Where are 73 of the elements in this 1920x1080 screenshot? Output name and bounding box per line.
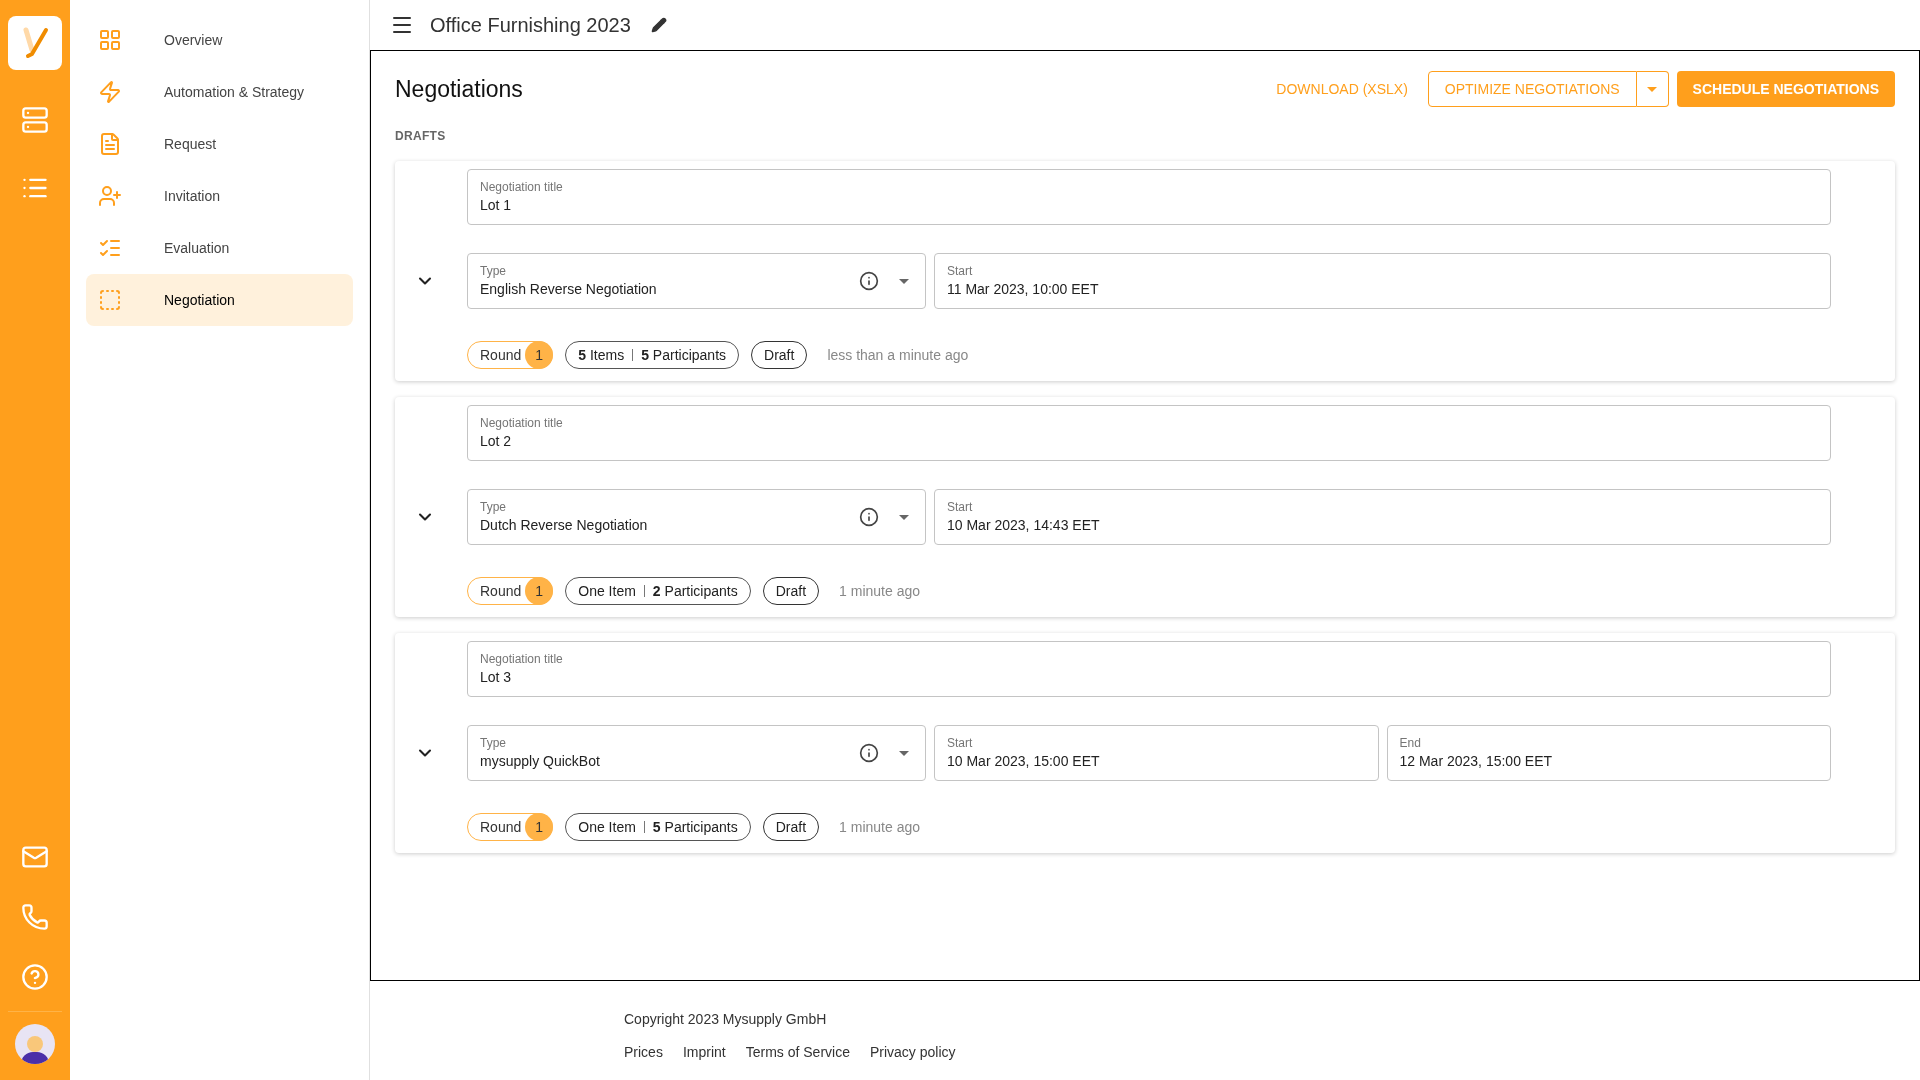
participants-count: 5 Participants [641, 345, 727, 365]
field-label: Negotiation title [480, 179, 564, 195]
field-label: Type [480, 735, 507, 751]
nav-icon [98, 288, 122, 312]
input-field[interactable]: Negotiation title Lot 2 [467, 405, 1831, 461]
nav-item[interactable]: Evaluation [86, 222, 353, 274]
field-label: Negotiation title [480, 415, 564, 431]
round-label: Round [480, 817, 522, 837]
participants-count: 2 Participants [652, 581, 738, 601]
timestamp: 1 minute ago [839, 817, 920, 837]
nav-icon [98, 132, 122, 156]
round-count: 1 [525, 341, 554, 369]
round-label: Round [480, 581, 522, 601]
footer-link[interactable]: Prices [624, 1042, 663, 1063]
field-label: Negotiation title [480, 651, 564, 667]
nav-icon [98, 80, 122, 104]
input-field[interactable]: Type English Reverse Negotiation [467, 253, 926, 309]
timestamp: less than a minute ago [827, 345, 969, 365]
field-value: mysupply QuickBot [480, 752, 601, 771]
input-field[interactable]: Start 11 Mar 2023, 10:00 EET [934, 253, 1831, 309]
field-value: Lot 3 [480, 668, 513, 687]
field-value: Lot 2 [480, 432, 513, 451]
field-value: 10 Mar 2023, 15:00 EET [947, 752, 1101, 771]
input-field[interactable]: Type mysupply QuickBot [467, 725, 926, 781]
field-value: 12 Mar 2023, 15:00 EET [1399, 752, 1554, 771]
input-field[interactable]: Negotiation title Lot 1 [467, 169, 1831, 225]
caret-icon [899, 514, 909, 520]
field-label: Start [947, 735, 974, 751]
field-value: English Reverse Negotiation [480, 280, 658, 299]
input-field[interactable]: Start 10 Mar 2023, 14:43 EET [934, 489, 1831, 545]
field-value: 11 Mar 2023, 10:00 EET [947, 280, 1100, 299]
input-field[interactable]: Start 10 Mar 2023, 15:00 EET [934, 725, 1379, 781]
caret-icon [899, 750, 909, 756]
field-value: Lot 1 [480, 196, 513, 215]
items-count: One Item [578, 817, 636, 837]
info-icon[interactable] [859, 743, 879, 763]
footer-link[interactable]: Terms of Service [745, 1042, 850, 1063]
nav-icon [98, 28, 122, 52]
timestamp: 1 minute ago [839, 581, 920, 601]
info-icon[interactable] [859, 507, 879, 527]
round-label: Round [480, 345, 522, 365]
nav-item[interactable]: Negotiation [86, 274, 353, 326]
participants-count: 5 Participants [652, 817, 738, 837]
info-icon[interactable] [859, 271, 879, 291]
project-title: Office Furnishing 2023 [430, 13, 631, 38]
round-count: 1 [525, 813, 554, 841]
field-label: Start [947, 263, 974, 279]
field-value: Dutch Reverse Negotiation [480, 516, 649, 535]
edit-icon[interactable] [650, 17, 667, 33]
nav-icon [98, 184, 122, 208]
nav-item[interactable]: Request [86, 118, 353, 170]
copyright-text: Copyright 2023 Mysupply GmbH [624, 1010, 828, 1029]
nav-item[interactable]: Invitation [86, 170, 353, 222]
input-field[interactable]: Type Dutch Reverse Negotiation [467, 489, 926, 545]
nav-item[interactable]: Overview [86, 14, 353, 66]
field-label: End [1399, 735, 1422, 751]
nav-item[interactable]: Automation & Strategy [86, 66, 353, 118]
items-count: One Item [578, 581, 636, 601]
input-field[interactable]: Negotiation title Lot 3 [467, 641, 1831, 697]
footer-link[interactable]: Privacy policy [869, 1042, 956, 1063]
field-label: Type [480, 499, 507, 515]
section-label: DRAFTS [395, 128, 447, 145]
field-value: 10 Mar 2023, 14:43 EET [947, 516, 1101, 535]
field-label: Start [947, 499, 974, 515]
caret-icon [1647, 86, 1658, 92]
page-title: Negotiations [395, 74, 523, 104]
field-label: Type [480, 263, 507, 279]
round-count: 1 [525, 577, 554, 605]
caret-icon [899, 278, 909, 284]
items-count: 5 Items [578, 345, 625, 365]
footer-link[interactable]: Imprint [682, 1042, 726, 1063]
input-field[interactable]: End 12 Mar 2023, 15:00 EET [1386, 725, 1831, 781]
avatar[interactable] [15, 1024, 55, 1064]
